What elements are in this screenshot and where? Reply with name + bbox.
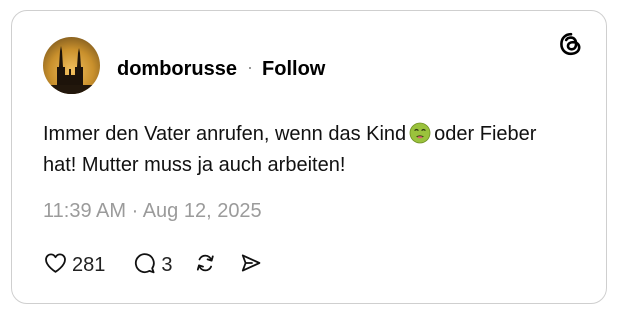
threads-logo-icon[interactable] xyxy=(558,31,584,57)
post-timestamp[interactable]: 11:39 AM · Aug 12, 2025 xyxy=(43,200,262,223)
post-text-part-1: Immer den Vater anrufen, wenn das Kind xyxy=(43,123,407,145)
avatar-cathedral-image xyxy=(43,37,100,94)
post-card: domborusse · Follow Immer den Vater anru… xyxy=(11,10,607,304)
avatar[interactable] xyxy=(43,37,100,94)
post-text: Immer den Vater anrufen, wenn das Kind o… xyxy=(43,119,563,181)
reply-count: 3 xyxy=(161,253,173,276)
reply-button[interactable]: 3 xyxy=(132,251,173,280)
separator-dot: · xyxy=(247,56,254,77)
username[interactable]: domborusse xyxy=(117,58,237,81)
action-bar: 281 3 xyxy=(43,251,263,279)
like-count: 281 xyxy=(72,253,106,276)
follow-button[interactable]: Follow xyxy=(262,58,325,81)
send-icon xyxy=(238,251,263,280)
like-button[interactable]: 281 xyxy=(43,251,105,280)
heart-icon xyxy=(43,251,68,280)
repost-button[interactable] xyxy=(193,251,218,280)
speech-bubble-icon xyxy=(132,251,157,280)
repost-icon xyxy=(193,251,218,280)
share-button[interactable] xyxy=(238,251,263,280)
post-header: domborusse · Follow xyxy=(117,56,325,82)
nauseated-face-emoji xyxy=(409,122,431,144)
